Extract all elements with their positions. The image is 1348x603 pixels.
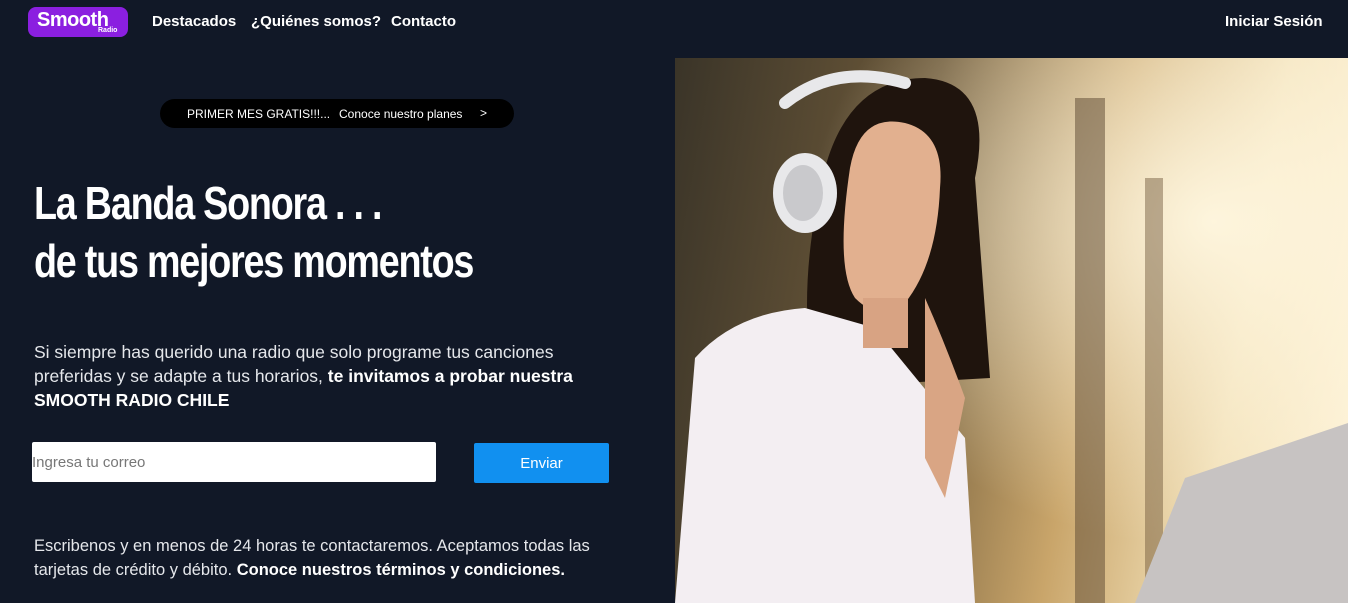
- footer-paragraph: Escribenos y en menos de 24 horas te con…: [34, 534, 634, 582]
- login-link[interactable]: Iniciar Sesión: [1225, 13, 1323, 30]
- email-input[interactable]: [32, 442, 436, 482]
- intro-paragraph: Si siempre has querido una radio que sol…: [34, 340, 634, 412]
- smooth-radio-logo[interactable]: Smooth Radio: [28, 7, 128, 37]
- headline-line-1: La Banda Sonora . . .: [34, 177, 382, 229]
- nav-link-contacto[interactable]: Contacto: [391, 13, 456, 30]
- logo-subtext: Radio: [98, 27, 118, 34]
- terms-link[interactable]: Conoce nuestros términos y condiciones.: [237, 561, 565, 579]
- chevron-right-icon: >: [480, 106, 488, 120]
- promo-plans-link[interactable]: Conoce nuestro planes: [339, 107, 462, 121]
- nav-link-destacados[interactable]: Destacados: [152, 13, 236, 30]
- promo-free-text: PRIMER MES GRATIS!!!...: [187, 107, 331, 121]
- headline-line-2: de tus mejores momentos: [34, 235, 474, 287]
- promo-pill[interactable]: PRIMER MES GRATIS!!!... Conoce nuestro p…: [160, 99, 514, 128]
- top-navbar: Smooth Radio Destacados ¿Quiénes somos? …: [0, 0, 1348, 46]
- nav-link-quienes-somos[interactable]: ¿Quiénes somos?: [251, 13, 381, 30]
- hero-image: [675, 58, 1348, 603]
- send-button[interactable]: Enviar: [474, 443, 609, 483]
- hero-photo-illustration: [675, 58, 1348, 603]
